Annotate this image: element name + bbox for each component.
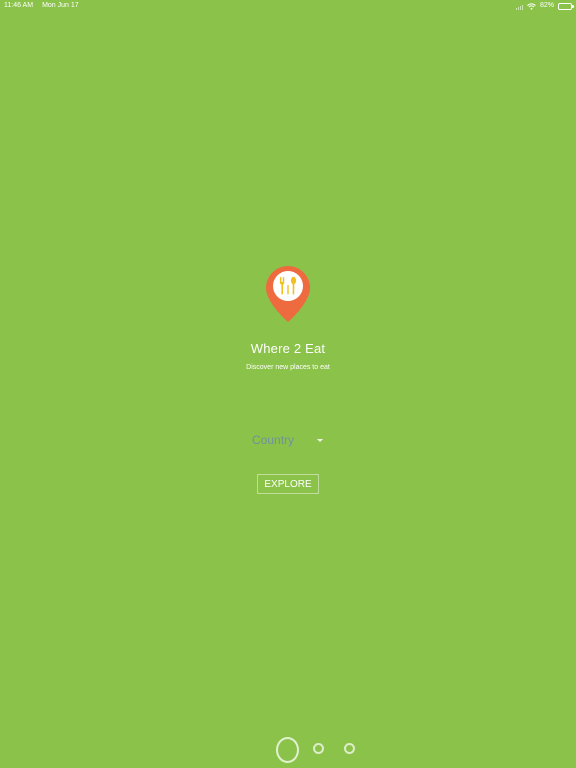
country-select-value: Country — [252, 433, 295, 447]
status-time: 11:46 AM — [4, 2, 34, 9]
battery-percent: 82% — [539, 2, 554, 9]
app-title: Where 2 Eat — [250, 341, 326, 356]
status-date: Mon Jun 17 — [42, 2, 79, 9]
wifi-icon — [527, 2, 536, 10]
explore-button[interactable]: EXPLORE — [257, 474, 319, 494]
country-select[interactable]: Country — [246, 430, 330, 450]
page-dot-3[interactable] — [344, 743, 355, 754]
page-indicator — [0, 736, 576, 764]
page-dot-2[interactable] — [313, 743, 324, 754]
status-bar: 11:46 AM Mon Jun 17 82% — [0, 0, 576, 14]
caret-down-icon — [317, 438, 323, 442]
page-dot-1-active[interactable] — [276, 737, 299, 763]
status-left: 11:46 AM Mon Jun 17 — [4, 0, 79, 12]
signal-icon — [515, 2, 523, 10]
status-right: 82% — [515, 0, 574, 12]
app-subtitle: Discover new places to eat — [246, 364, 330, 371]
battery-icon — [558, 2, 574, 10]
location-pin-utensils-icon — [266, 266, 310, 322]
